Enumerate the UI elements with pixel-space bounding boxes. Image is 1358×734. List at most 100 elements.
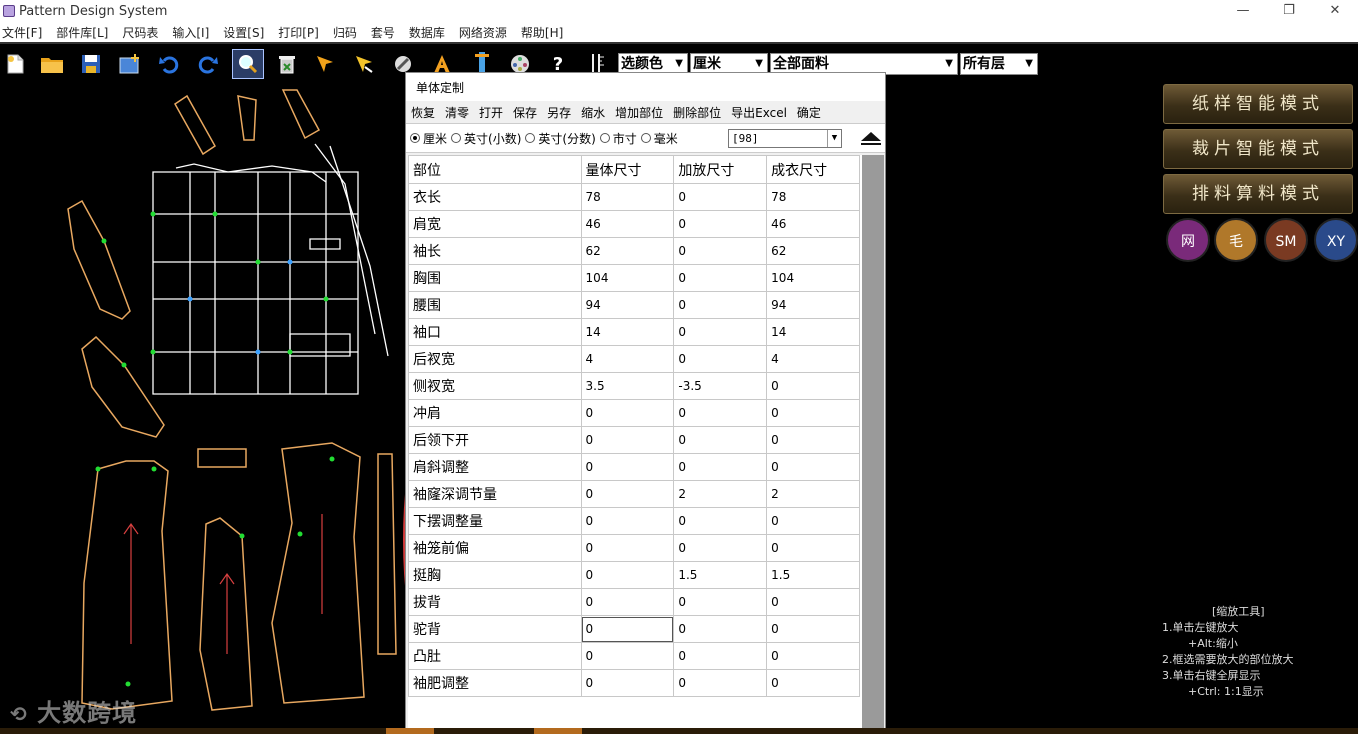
cell-body-size[interactable]: 0 bbox=[580, 480, 675, 508]
cell-body-size[interactable]: 0 bbox=[580, 426, 675, 454]
cell-body-size[interactable]: 4 bbox=[580, 345, 675, 373]
unit-radio-inch-decimal[interactable]: 英寸(小数) bbox=[451, 130, 521, 147]
sm-button[interactable]: SM bbox=[1264, 218, 1308, 262]
cell-ease[interactable]: 2 bbox=[673, 480, 768, 508]
cell-body-size[interactable]: 0 bbox=[580, 561, 675, 589]
cell-body-size[interactable]: 3.5 bbox=[580, 372, 675, 400]
menu-network[interactable]: 网络资源 bbox=[459, 24, 507, 41]
menu-size-table[interactable]: 尺码表 bbox=[122, 24, 158, 41]
column-header-part[interactable]: 部位 bbox=[408, 155, 582, 184]
cell-finished-size[interactable]: 0 bbox=[766, 588, 860, 616]
cell-ease[interactable]: 0 bbox=[673, 507, 768, 535]
cell-body-size[interactable]: 46 bbox=[580, 210, 675, 238]
cell-ease[interactable]: 0 bbox=[673, 642, 768, 670]
marker-calc-mode-button[interactable]: 排料算料模式 bbox=[1163, 174, 1353, 214]
confirm-button[interactable]: 确定 bbox=[796, 104, 822, 121]
cell-ease[interactable]: 0 bbox=[673, 291, 768, 319]
menu-set-number[interactable]: 套号 bbox=[371, 24, 395, 41]
save-button[interactable]: 保存 bbox=[512, 104, 538, 121]
cell-finished-size[interactable]: 0 bbox=[766, 453, 860, 481]
export-excel-button[interactable]: 导出Excel bbox=[730, 104, 788, 121]
menu-parts-library[interactable]: 部件库[L] bbox=[56, 24, 108, 41]
cell-body-size[interactable]: 0 bbox=[580, 507, 675, 535]
menu-help[interactable]: 帮助[H] bbox=[521, 24, 563, 41]
cell-finished-size[interactable]: 0 bbox=[766, 669, 860, 697]
redo-icon[interactable] bbox=[196, 52, 220, 76]
cell-body-size[interactable]: 0 bbox=[580, 669, 675, 697]
column-header-finished-size[interactable]: 成衣尺寸 bbox=[766, 155, 860, 184]
cell-ease[interactable]: 0 bbox=[673, 534, 768, 562]
cell-finished-size[interactable]: 0 bbox=[766, 426, 860, 454]
column-header-body-size[interactable]: 量体尺寸 bbox=[580, 155, 675, 184]
grid-toggle-button[interactable]: 网 bbox=[1166, 218, 1210, 262]
cell-body-size[interactable]: 0 bbox=[580, 453, 675, 481]
open-folder-icon[interactable] bbox=[40, 52, 64, 76]
cell-finished-size[interactable]: 1.5 bbox=[766, 561, 860, 589]
unit-radio-mm[interactable]: 毫米 bbox=[640, 130, 678, 147]
delete-trash-icon[interactable] bbox=[275, 52, 299, 76]
cell-finished-size[interactable]: 0 bbox=[766, 399, 860, 427]
cell-finished-size[interactable]: 0 bbox=[766, 615, 860, 643]
cell-finished-size[interactable]: 14 bbox=[766, 318, 860, 346]
new-file-icon[interactable] bbox=[3, 52, 27, 76]
cell-body-size[interactable]: 14 bbox=[580, 318, 675, 346]
menu-database[interactable]: 数据库 bbox=[409, 24, 445, 41]
zoom-icon[interactable] bbox=[232, 49, 264, 79]
cell-finished-size[interactable]: 62 bbox=[766, 237, 860, 265]
shrinkage-button[interactable]: 缩水 bbox=[580, 104, 606, 121]
cell-ease[interactable]: 0 bbox=[673, 426, 768, 454]
cell-finished-size[interactable]: 46 bbox=[766, 210, 860, 238]
cell-ease[interactable]: 0 bbox=[673, 264, 768, 292]
xy-button[interactable]: XY bbox=[1314, 218, 1358, 262]
cell-finished-size[interactable]: 2 bbox=[766, 480, 860, 508]
cell-finished-size[interactable]: 94 bbox=[766, 291, 860, 319]
seam-allowance-button[interactable]: 毛 bbox=[1214, 218, 1258, 262]
cell-ease[interactable]: -3.5 bbox=[673, 372, 768, 400]
cell-body-size[interactable]: 0 bbox=[580, 534, 675, 562]
maximize-icon[interactable]: ❐ bbox=[1266, 0, 1312, 22]
cell-ease[interactable]: 0 bbox=[673, 318, 768, 346]
cell-ease[interactable]: 0 bbox=[673, 453, 768, 481]
cell-finished-size[interactable]: 0 bbox=[766, 372, 860, 400]
unit-radio-cm[interactable]: 厘米 bbox=[410, 130, 447, 147]
unit-radio-shicun[interactable]: 市寸 bbox=[599, 130, 637, 147]
column-header-ease[interactable]: 加放尺寸 bbox=[673, 155, 768, 184]
cell-finished-size[interactable]: 104 bbox=[766, 264, 860, 292]
menu-file[interactable]: 文件[F] bbox=[2, 24, 42, 41]
unit-radio-inch-fraction[interactable]: 英寸(分数) bbox=[525, 130, 596, 147]
minimize-icon[interactable]: — bbox=[1220, 0, 1266, 22]
restore-button[interactable]: 恢复 bbox=[410, 104, 436, 121]
cell-body-size[interactable]: 62 bbox=[580, 237, 675, 265]
undo-icon[interactable] bbox=[157, 52, 181, 76]
layer-select[interactable]: 所有层 ▼ bbox=[960, 53, 1038, 75]
cell-ease[interactable]: 0 bbox=[673, 615, 768, 643]
cell-body-size[interactable]: 94 bbox=[580, 291, 675, 319]
cell-body-size[interactable]: 0 bbox=[580, 399, 675, 427]
cell-body-size[interactable]: 0 bbox=[580, 588, 675, 616]
cell-ease[interactable]: 0 bbox=[673, 183, 768, 211]
cell-ease[interactable]: 0 bbox=[673, 210, 768, 238]
clear-button[interactable]: 清零 bbox=[444, 104, 470, 121]
adjust-arrow-icon[interactable] bbox=[352, 52, 376, 76]
add-part-button[interactable]: 增加部位 bbox=[614, 104, 664, 121]
cell-ease[interactable]: 0 bbox=[673, 399, 768, 427]
save-icon[interactable] bbox=[79, 52, 103, 76]
cell-body-size[interactable]: 0 bbox=[580, 642, 675, 670]
save-as-button[interactable]: 另存 bbox=[546, 104, 572, 121]
cell-finished-size[interactable]: 4 bbox=[766, 345, 860, 373]
cell-finished-size[interactable]: 78 bbox=[766, 183, 860, 211]
cell-finished-size[interactable]: 0 bbox=[766, 642, 860, 670]
pattern-smart-mode-button[interactable]: 纸样智能模式 bbox=[1163, 84, 1353, 124]
open-button[interactable]: 打开 bbox=[478, 104, 504, 121]
menu-settings[interactable]: 设置[S] bbox=[223, 24, 264, 41]
cell-ease[interactable]: 0 bbox=[673, 588, 768, 616]
menu-grading[interactable]: 归码 bbox=[333, 24, 357, 41]
cell-finished-size[interactable]: 0 bbox=[766, 534, 860, 562]
collapse-up-icon[interactable] bbox=[859, 130, 883, 150]
close-icon[interactable]: ✕ bbox=[1312, 0, 1358, 22]
cell-ease[interactable]: 0 bbox=[673, 669, 768, 697]
menu-input[interactable]: 输入[I] bbox=[172, 24, 209, 41]
delete-part-button[interactable]: 删除部位 bbox=[672, 104, 722, 121]
cell-body-size[interactable]: 0 bbox=[580, 615, 675, 643]
cell-finished-size[interactable]: 0 bbox=[766, 507, 860, 535]
